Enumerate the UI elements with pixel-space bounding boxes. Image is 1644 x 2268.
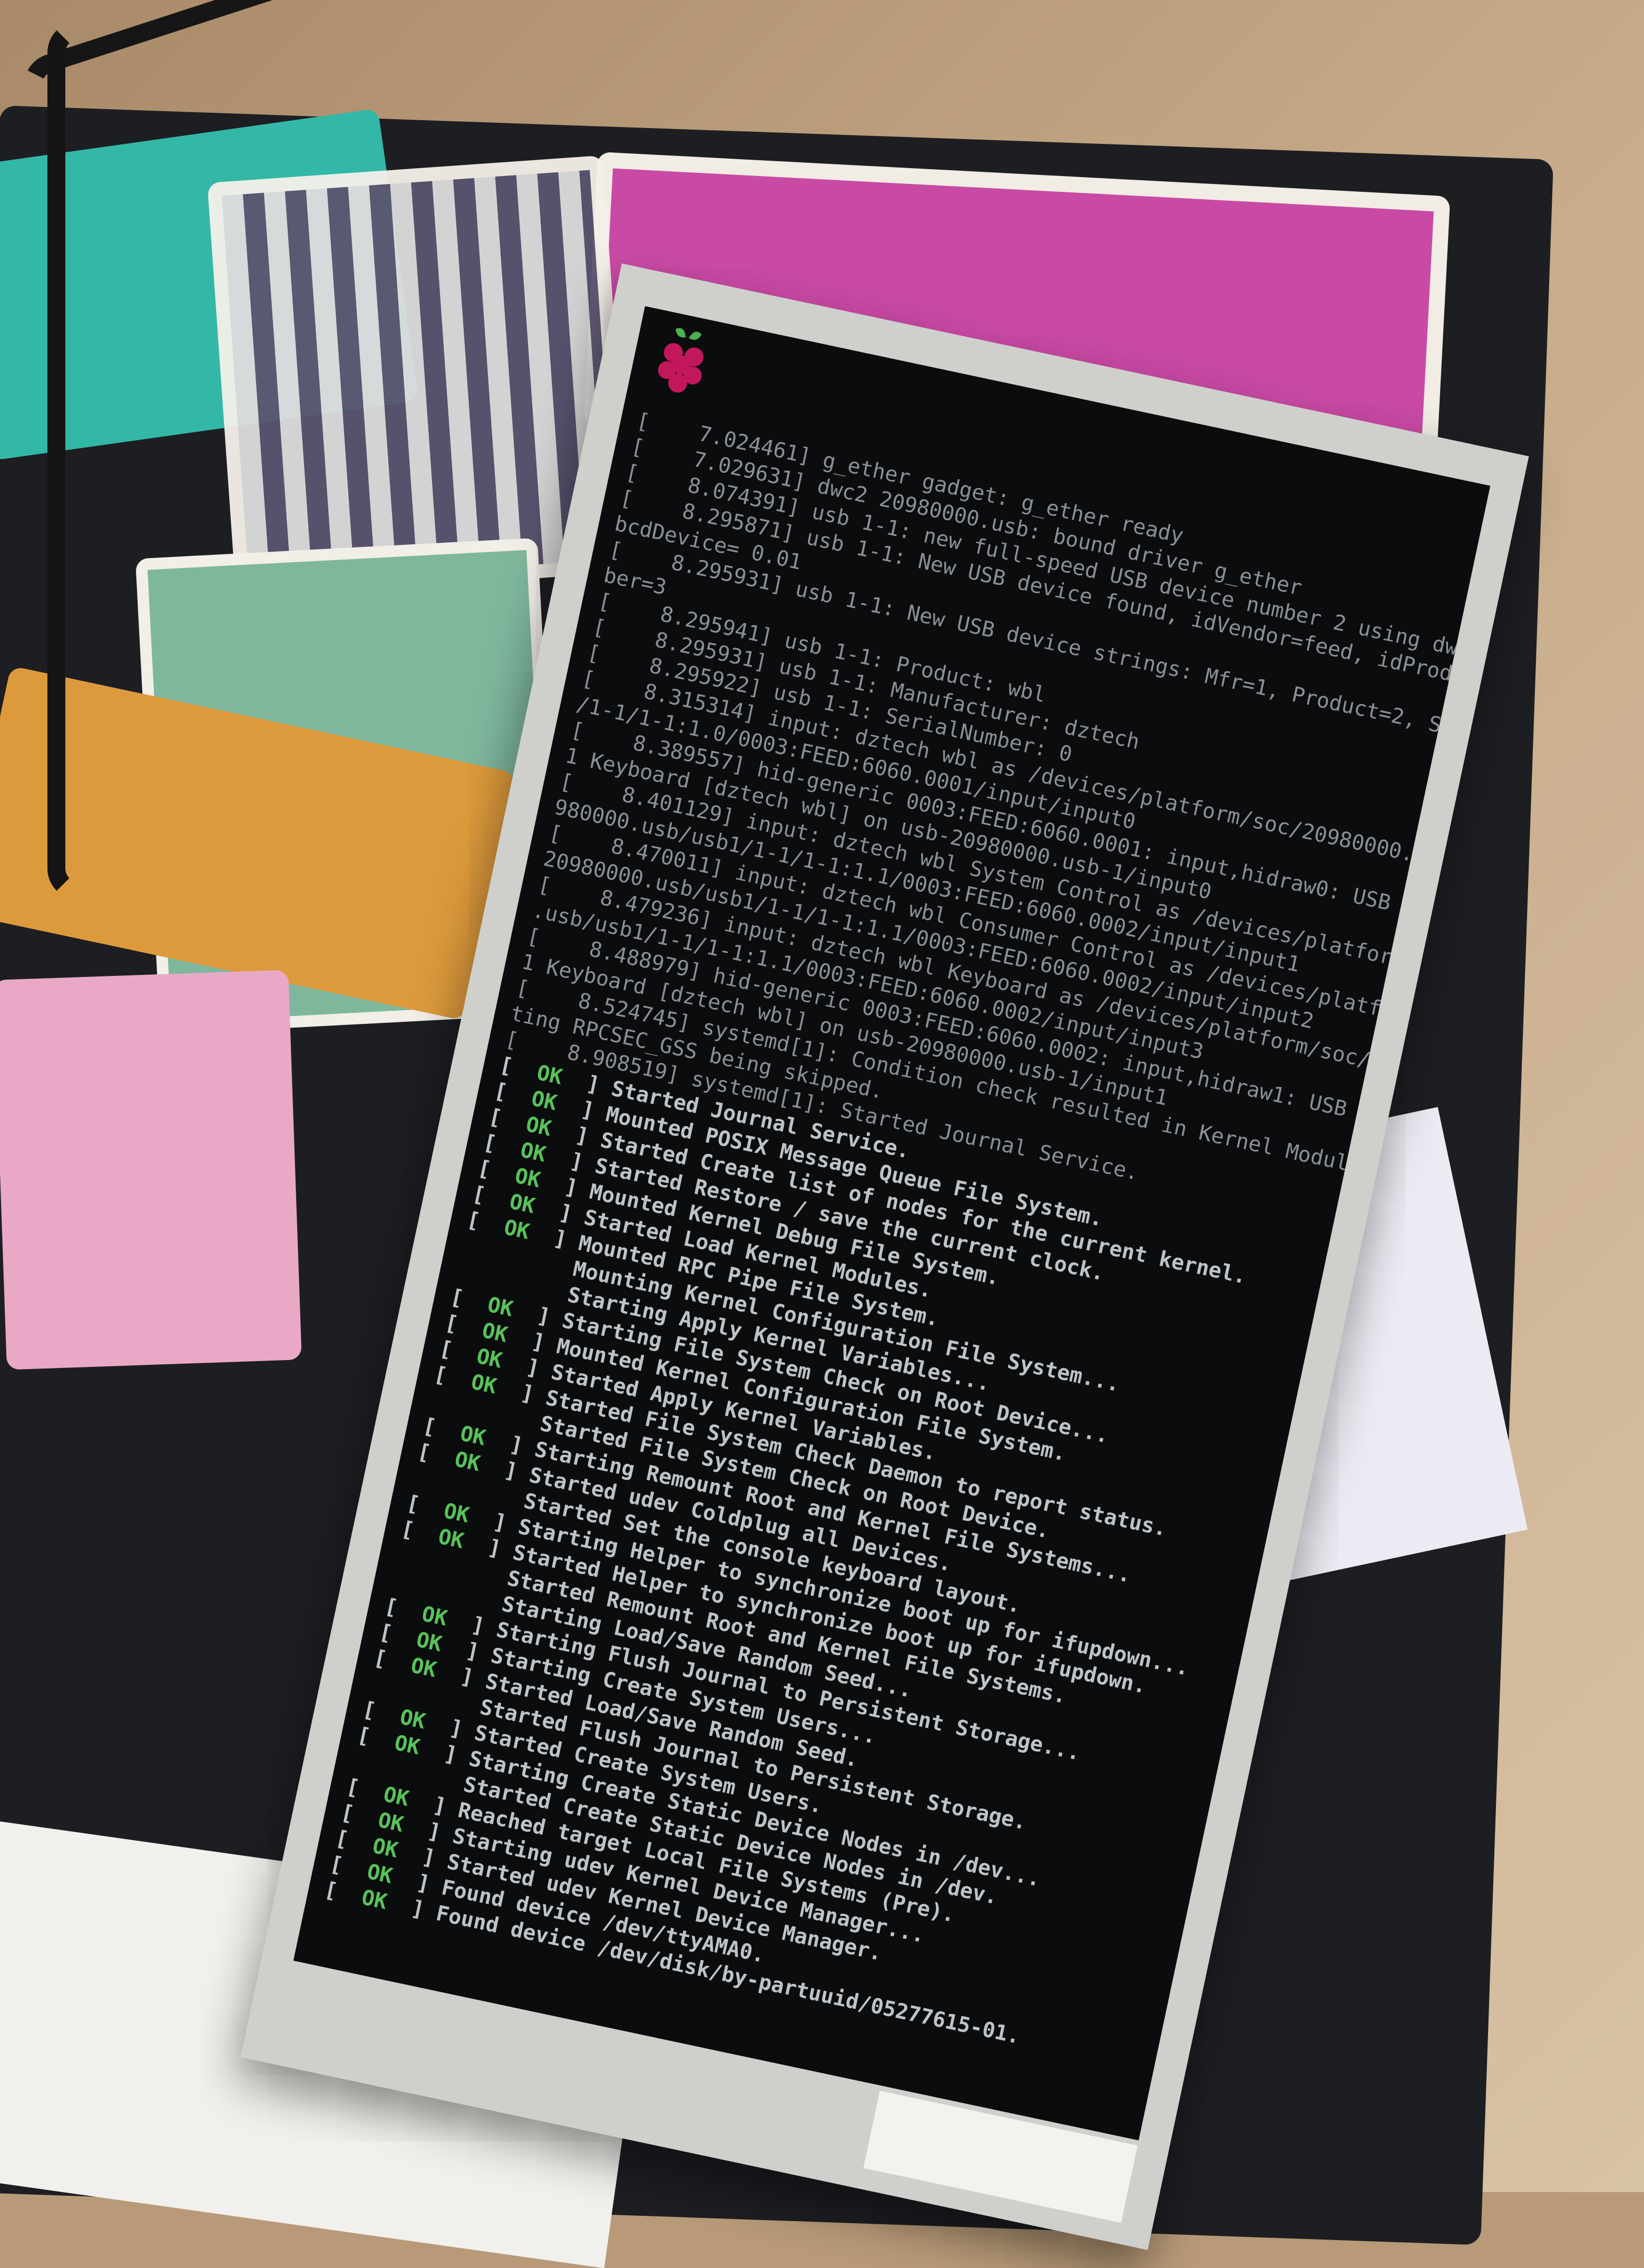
black-cable-left (47, 21, 178, 900)
raspberry-pi-icon (658, 328, 704, 393)
sticker-pink-art (0, 970, 302, 1370)
